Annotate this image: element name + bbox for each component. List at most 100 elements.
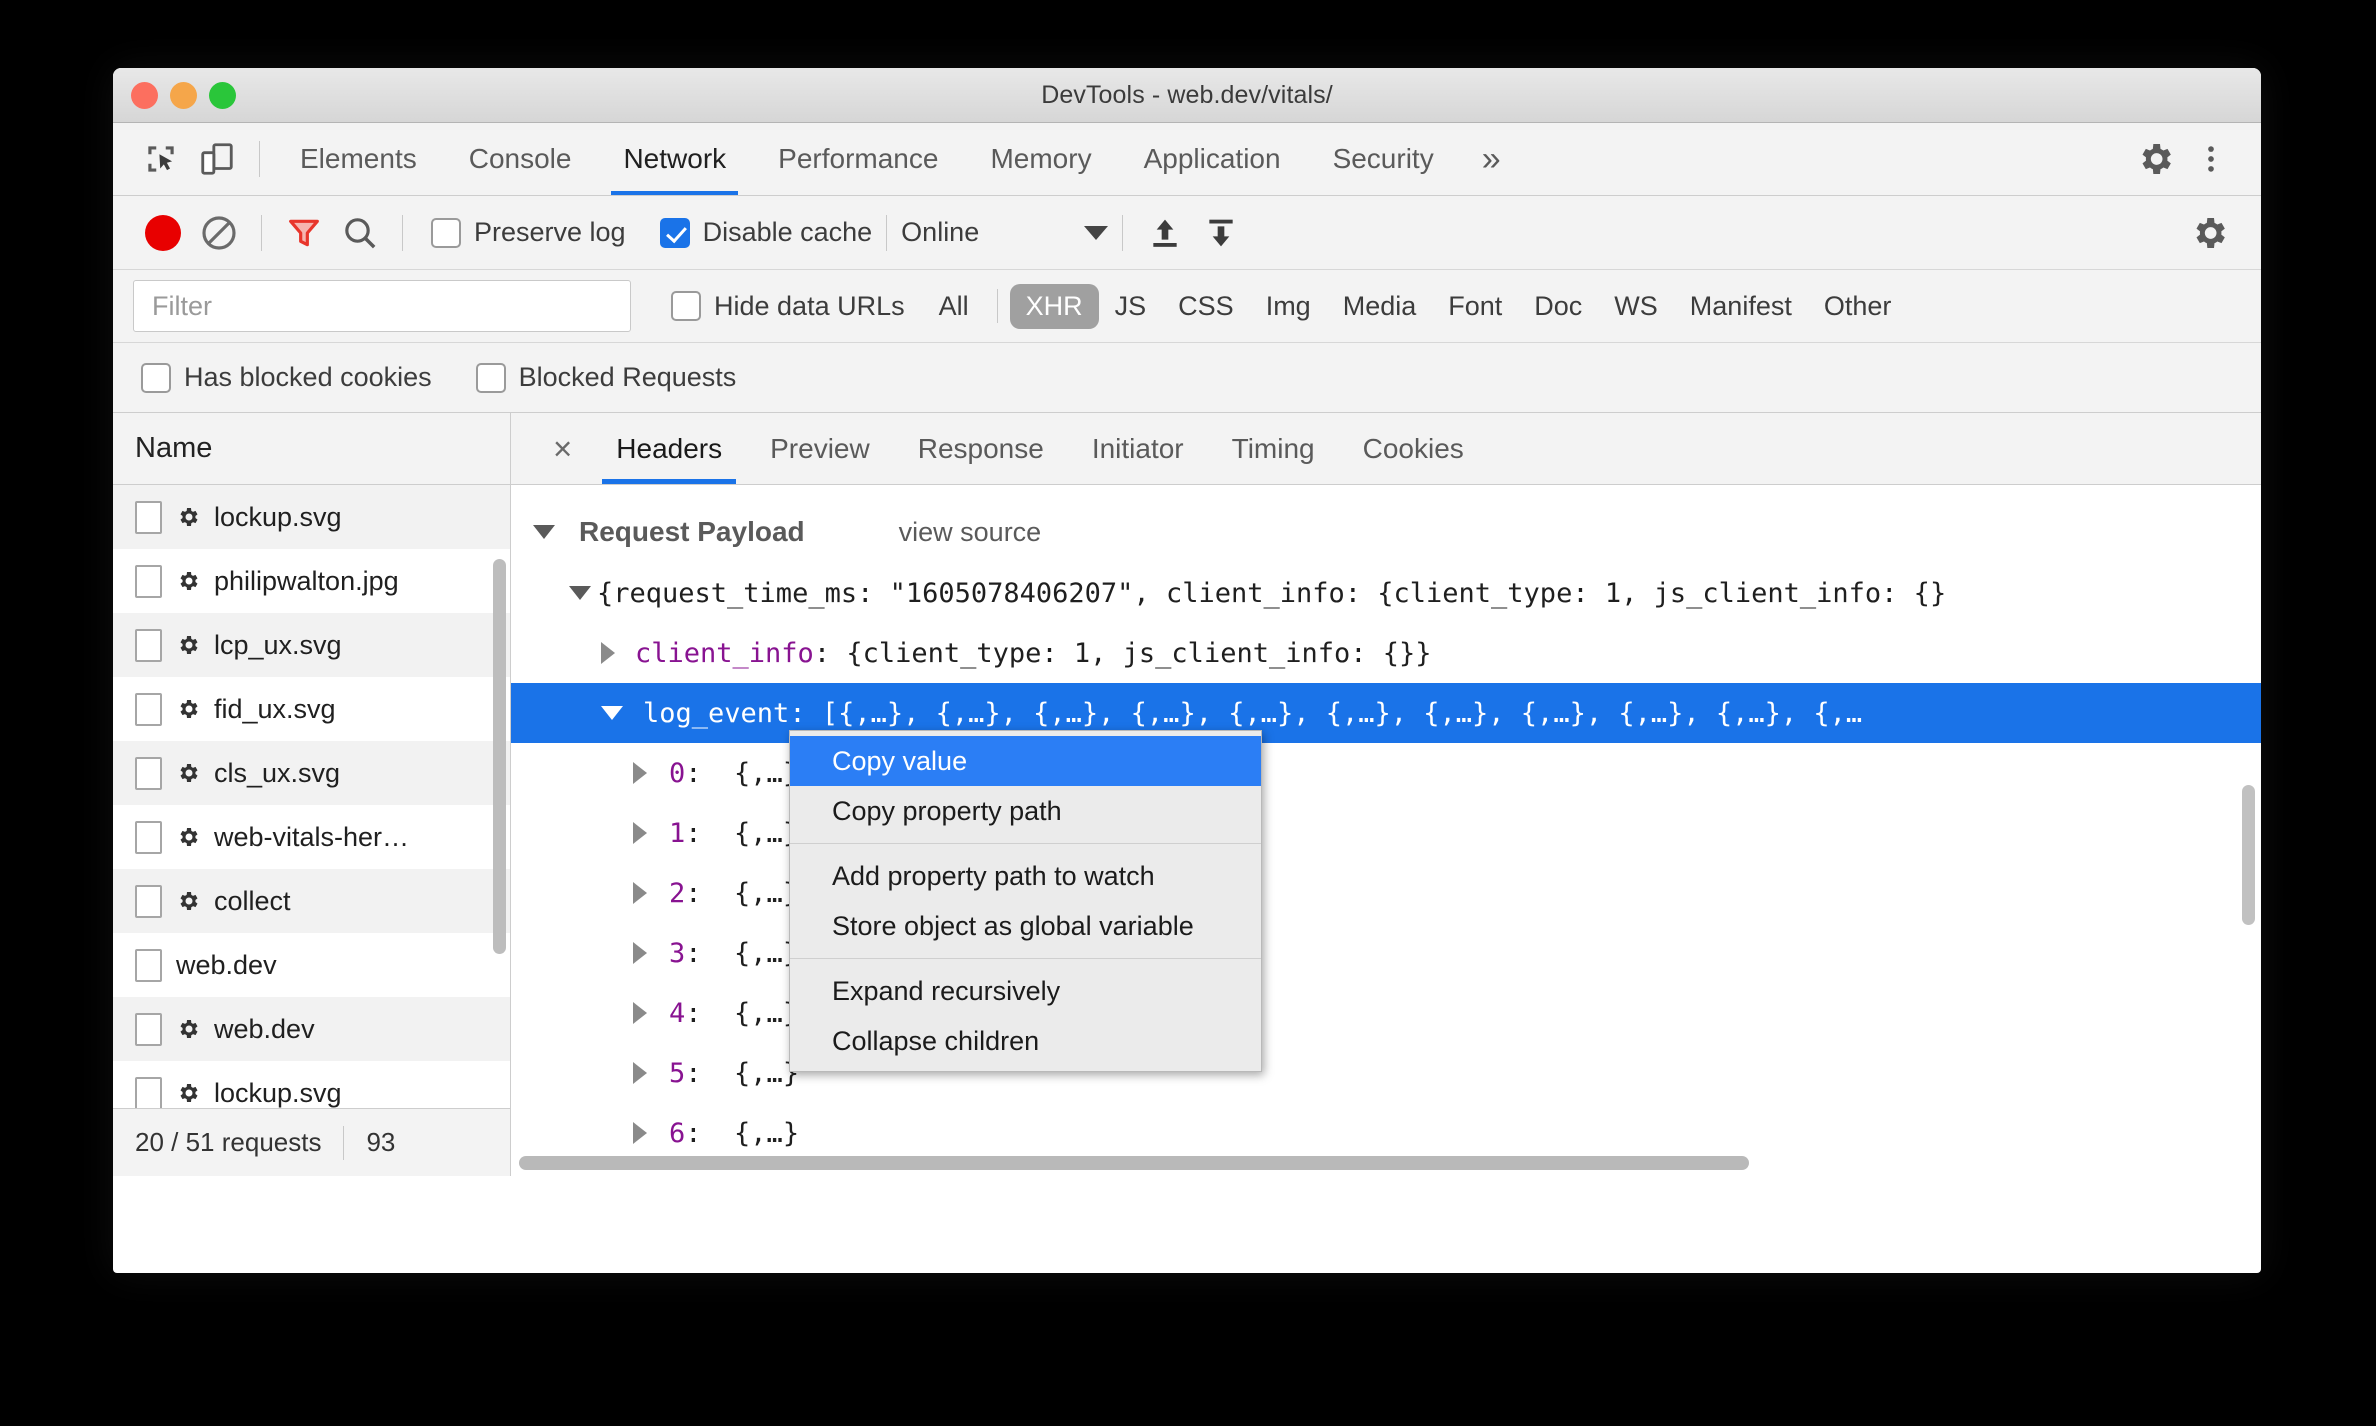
payload-array-item[interactable]: 2 : {,…} xyxy=(511,863,2261,923)
network-settings-gear-icon[interactable] xyxy=(2181,205,2237,261)
tab-performance[interactable]: Performance xyxy=(752,123,964,195)
context-menu-item-expand-recursively[interactable]: Expand recursively xyxy=(790,966,1261,1016)
document-icon xyxy=(135,948,162,982)
record-button[interactable] xyxy=(135,205,191,261)
export-har-icon[interactable] xyxy=(1193,205,1249,261)
preserve-log-checkbox[interactable]: Preserve log xyxy=(431,217,626,248)
expand-triangle-icon[interactable] xyxy=(633,1122,647,1144)
filter-funnel-icon[interactable] xyxy=(276,205,332,261)
context-menu-item-add-property-path-to-watch[interactable]: Add property path to watch xyxy=(790,851,1261,901)
tab-cookies[interactable]: Cookies xyxy=(1339,413,1488,484)
request-payload-header[interactable]: Request Payload view source xyxy=(511,501,2261,563)
filter-type-font[interactable]: Font xyxy=(1432,284,1518,329)
filter-type-css[interactable]: CSS xyxy=(1162,284,1250,329)
expand-triangle-icon[interactable] xyxy=(633,1002,647,1024)
payload-array-item[interactable]: 4 : {,…} xyxy=(511,983,2261,1043)
filter-type-img[interactable]: Img xyxy=(1250,284,1327,329)
context-menu-item-copy-value[interactable]: Copy value xyxy=(790,736,1261,786)
tab-timing[interactable]: Timing xyxy=(1208,413,1339,484)
expand-triangle-icon[interactable] xyxy=(633,1062,647,1084)
request-list-scrollbar[interactable] xyxy=(493,559,506,954)
table-row[interactable]: collect xyxy=(113,869,510,933)
payload-array-item[interactable]: 3 : {,…} xyxy=(511,923,2261,983)
payload-vertical-scrollbar[interactable] xyxy=(2242,785,2255,925)
collapse-triangle-icon[interactable] xyxy=(601,706,623,720)
array-value: {,…} xyxy=(734,1117,800,1149)
context-menu-item-collapse-children[interactable]: Collapse children xyxy=(790,1016,1261,1066)
tab-network[interactable]: Network xyxy=(597,123,752,195)
blocked-requests-checkbox[interactable]: Blocked Requests xyxy=(475,362,736,393)
tab-headers[interactable]: Headers xyxy=(592,413,746,484)
payload-client-info-row[interactable]: client_info : {client_type: 1, js_client… xyxy=(511,623,2261,683)
filter-type-all[interactable]: All xyxy=(923,284,985,329)
tab-network-label: Network xyxy=(623,143,727,174)
disable-cache-checkbox[interactable]: Disable cache xyxy=(659,217,872,248)
filter-type-xhr[interactable]: XHR xyxy=(1009,283,1099,329)
tab-console[interactable]: Console xyxy=(443,123,598,195)
tab-application-label: Application xyxy=(1143,143,1281,174)
close-icon[interactable]: × xyxy=(533,432,592,465)
table-row[interactable]: philipwalton.jpg xyxy=(113,549,510,613)
table-row[interactable]: cls_ux.svg xyxy=(113,741,510,805)
import-har-icon[interactable] xyxy=(1137,205,1193,261)
tab-elements[interactable]: Elements xyxy=(274,123,443,195)
expand-triangle-icon[interactable] xyxy=(601,642,615,664)
tab-memory[interactable]: Memory xyxy=(964,123,1117,195)
tab-initiator[interactable]: Initiator xyxy=(1068,413,1208,484)
table-row[interactable]: lockup.svg xyxy=(113,1061,510,1108)
context-menu-item-store-object-as-global-variable[interactable]: Store object as global variable xyxy=(790,901,1261,951)
payload-array-item[interactable]: 1 : {,…} xyxy=(511,803,2261,863)
tab-headers-label: Headers xyxy=(616,432,723,464)
payload-root-row[interactable]: {request_time_ms: "1605078406207", clien… xyxy=(511,563,2261,623)
filter-type-js[interactable]: JS xyxy=(1099,284,1163,329)
tab-preview[interactable]: Preview xyxy=(746,413,894,484)
expand-triangle-icon[interactable] xyxy=(569,586,591,600)
collapse-triangle-icon[interactable] xyxy=(533,525,555,539)
request-name: lcp_ux.svg xyxy=(214,629,342,660)
expand-triangle-icon[interactable] xyxy=(633,822,647,844)
more-tabs-icon[interactable]: » xyxy=(1460,140,1523,179)
filter-type-doc[interactable]: Doc xyxy=(1518,284,1598,329)
request-rows: lockup.svg philipwalton.jpg lcp_ux.svg f… xyxy=(113,485,510,1108)
table-row[interactable]: lockup.svg xyxy=(113,485,510,549)
payload-log-event-row[interactable]: log_event : [{,…}, {,…}, {,…}, {,…}, {,…… xyxy=(511,683,2261,743)
hide-data-urls-checkbox[interactable]: Hide data URLs xyxy=(671,291,905,322)
throttling-select[interactable]: Online xyxy=(901,217,1109,248)
context-menu-separator xyxy=(790,843,1261,844)
search-icon[interactable] xyxy=(332,205,388,261)
payload-array-item[interactable]: 5 : {,…} xyxy=(511,1043,2261,1103)
clear-requests-button[interactable] xyxy=(191,205,247,261)
has-blocked-cookies-checkbox[interactable]: Has blocked cookies xyxy=(141,362,432,393)
view-source-link[interactable]: view source xyxy=(899,517,1042,548)
context-menu-item-copy-property-path[interactable]: Copy property path xyxy=(790,786,1261,836)
filter-type-ws[interactable]: WS xyxy=(1598,284,1674,329)
table-row[interactable]: web-vitals-her… xyxy=(113,805,510,869)
expand-triangle-icon[interactable] xyxy=(633,762,647,784)
expand-triangle-icon[interactable] xyxy=(633,942,647,964)
more-options-icon[interactable] xyxy=(2183,131,2239,187)
filter-input[interactable]: Filter xyxy=(133,280,631,332)
tab-application[interactable]: Application xyxy=(1118,123,1307,195)
filter-type-media[interactable]: Media xyxy=(1327,284,1433,329)
tab-console-label: Console xyxy=(468,143,572,174)
table-row[interactable]: web.dev xyxy=(113,933,510,997)
table-row[interactable]: web.dev xyxy=(113,997,510,1061)
document-icon xyxy=(135,884,162,918)
payload-array-item[interactable]: 6 : {,…} xyxy=(511,1103,2261,1163)
filter-type-manifest[interactable]: Manifest xyxy=(1674,284,1808,329)
payload-horizontal-scrollbar[interactable] xyxy=(519,1156,1749,1170)
tab-response[interactable]: Response xyxy=(894,413,1068,484)
settings-gear-icon[interactable] xyxy=(2127,131,2183,187)
network-toolbar: Preserve log Disable cache Online xyxy=(113,196,2261,270)
tab-security[interactable]: Security xyxy=(1307,123,1460,195)
inspect-element-icon[interactable] xyxy=(133,131,189,187)
payload-array-item[interactable]: 0 : {,…} xyxy=(511,743,2261,803)
table-row[interactable]: lcp_ux.svg xyxy=(113,613,510,677)
request-name: lockup.svg xyxy=(214,501,342,532)
table-row[interactable]: fid_ux.svg xyxy=(113,677,510,741)
expand-triangle-icon[interactable] xyxy=(633,882,647,904)
filter-type-font-label: Font xyxy=(1448,290,1503,321)
column-header-name[interactable]: Name xyxy=(113,413,510,485)
filter-type-other[interactable]: Other xyxy=(1808,284,1908,329)
toggle-device-toolbar-icon[interactable] xyxy=(189,131,245,187)
